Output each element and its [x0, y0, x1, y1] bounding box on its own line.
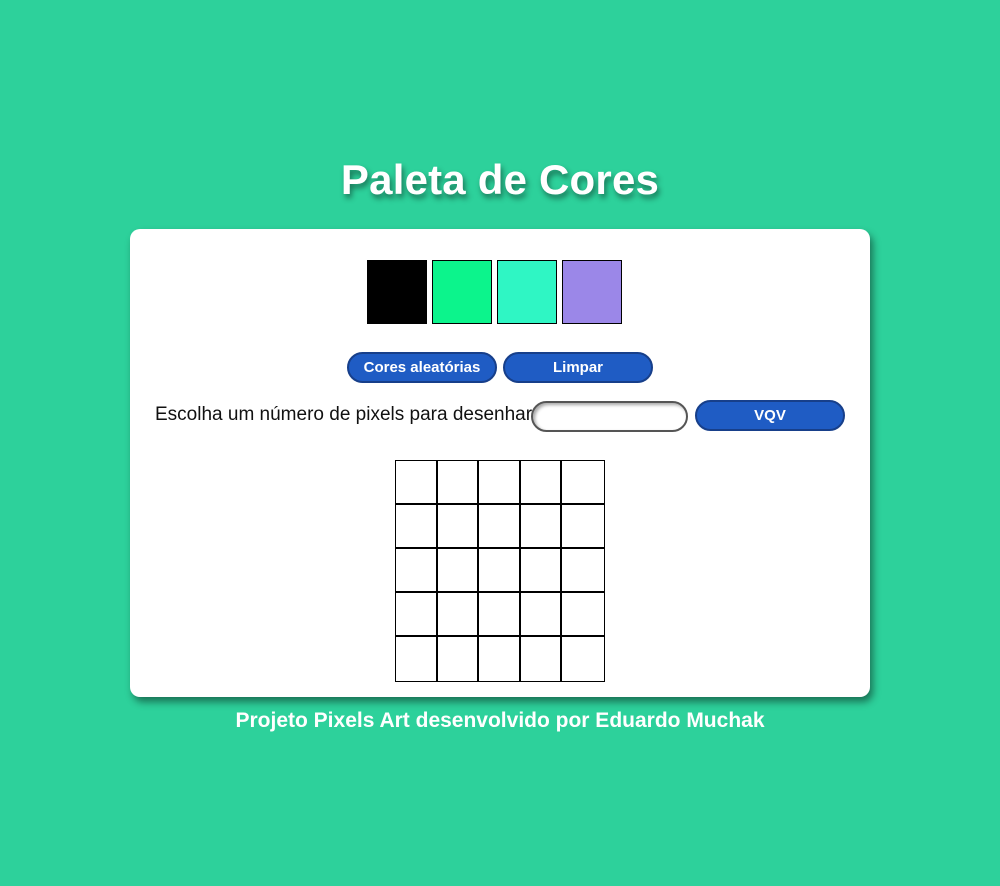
pixel-cell[interactable]	[396, 593, 438, 637]
pixel-cell[interactable]	[520, 637, 563, 681]
pixel-cell[interactable]	[562, 461, 604, 505]
pixel-cell[interactable]	[520, 505, 563, 549]
random-colors-button[interactable]: Cores aleatórias	[347, 352, 497, 383]
pixel-cell[interactable]	[520, 549, 563, 593]
pixel-cell[interactable]	[479, 637, 521, 681]
palette-color-green[interactable]	[432, 260, 492, 324]
page-title: Paleta de Cores	[340, 156, 660, 203]
pixel-cell[interactable]	[437, 593, 480, 637]
pixel-cell[interactable]	[396, 549, 438, 593]
pixel-cell[interactable]	[437, 461, 480, 505]
generate-board-button[interactable]: VQV	[695, 400, 845, 431]
pixel-cell[interactable]	[479, 461, 521, 505]
pixel-cell[interactable]	[479, 593, 521, 637]
pixel-cell[interactable]	[520, 461, 563, 505]
pixel-cell[interactable]	[396, 505, 438, 549]
pixel-cell[interactable]	[520, 593, 563, 637]
main-card: Cores aleatórias Limpar Escolha um númer…	[130, 229, 870, 697]
palette-color-purple[interactable]	[562, 260, 622, 324]
palette-color-black[interactable]	[367, 260, 427, 324]
footer-credit: Projeto Pixels Art desenvolvido por Edua…	[235, 709, 765, 732]
pixel-cell[interactable]	[437, 549, 480, 593]
pixel-cell[interactable]	[396, 461, 438, 505]
board-size-input[interactable]	[531, 401, 688, 432]
pixel-board	[395, 460, 605, 682]
clear-board-button[interactable]: Limpar	[503, 352, 653, 383]
color-palette	[367, 260, 622, 324]
pixel-cell[interactable]	[562, 549, 604, 593]
pixel-cell[interactable]	[562, 505, 604, 549]
board-size-label: Escolha um número de pixels para desenha…	[155, 404, 538, 425]
palette-color-aqua[interactable]	[497, 260, 557, 324]
pixel-cell[interactable]	[479, 505, 521, 549]
pixel-cell[interactable]	[396, 637, 438, 681]
pixel-cell[interactable]	[437, 637, 480, 681]
pixel-cell[interactable]	[562, 637, 604, 681]
pixel-cell[interactable]	[479, 549, 521, 593]
pixel-cell[interactable]	[562, 593, 604, 637]
pixel-cell[interactable]	[437, 505, 480, 549]
